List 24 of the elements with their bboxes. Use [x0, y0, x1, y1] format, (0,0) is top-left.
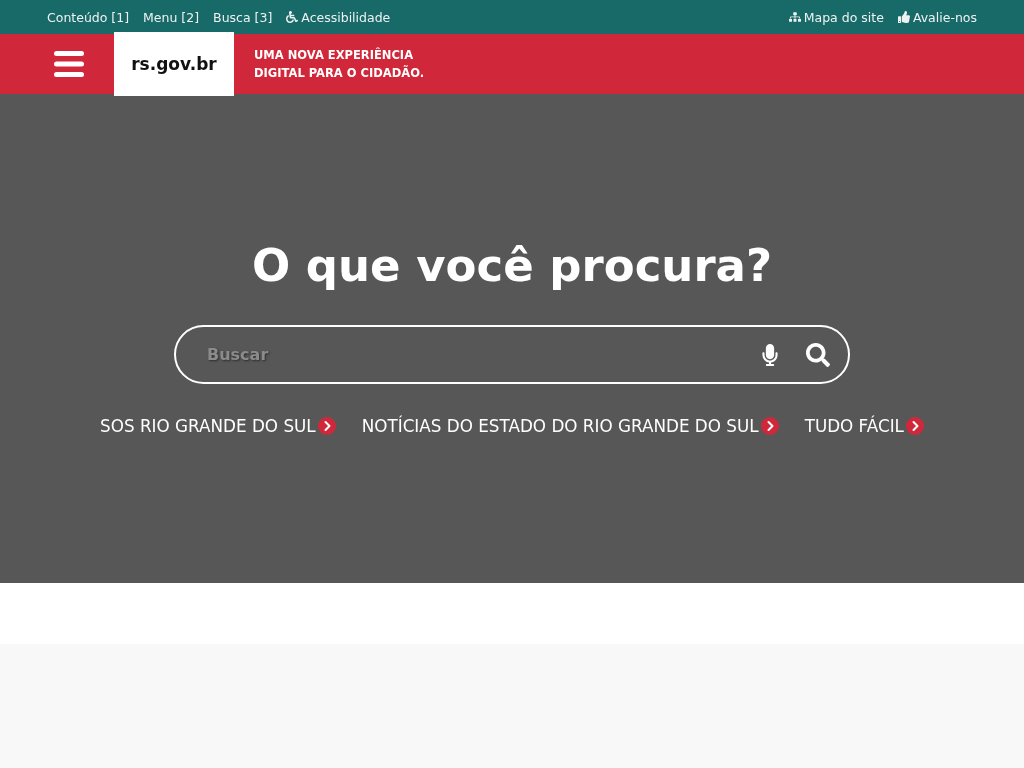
voice-search-button[interactable]: [762, 343, 778, 366]
chevron-icon: [760, 417, 779, 435]
tagline: UMA NOVA EXPERIÊNCIA DIGITAL PARA O CIDADÃO.: [254, 46, 425, 82]
wheelchair-icon: [286, 11, 299, 23]
utility-link[interactable]: Avalie-nos: [897, 9, 977, 25]
quick-link[interactable]: SOS RIO GRANDE DO SUL: [100, 416, 336, 436]
quick-link[interactable]: TUDO FÁCIL: [804, 416, 924, 436]
site-logo[interactable]: rs.gov.br: [114, 32, 234, 96]
chevron-icon: [317, 417, 336, 435]
microphone-icon: [762, 343, 778, 366]
hero-title: O que você procura?: [251, 238, 773, 294]
search-button[interactable]: [806, 342, 830, 367]
shortcut-link[interactable]: Conteúdo [1]: [47, 9, 130, 25]
chevron-icon: [905, 417, 924, 435]
sitemap-icon: [788, 11, 801, 23]
shortcut-link[interactable]: Menu [2]: [143, 9, 200, 25]
menu-icon: [54, 50, 84, 78]
menu-button[interactable]: [54, 50, 84, 78]
shortcut-link[interactable]: Acessibilidade: [286, 9, 391, 25]
shortcut-link[interactable]: Busca [3]: [213, 9, 273, 25]
thumbs-up-icon: [897, 11, 910, 23]
search-icon: [806, 342, 830, 367]
quick-link[interactable]: NOTÍCIAS DO ESTADO DO RIO GRANDE DO SUL: [361, 416, 779, 436]
utility-link[interactable]: Mapa do site: [788, 9, 884, 25]
